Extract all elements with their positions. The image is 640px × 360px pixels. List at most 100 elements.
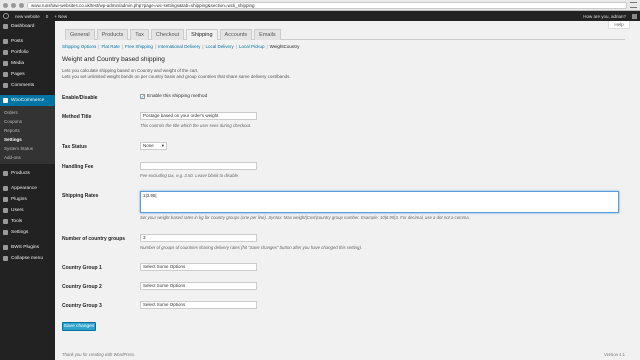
enable-checkbox-row[interactable]: ✓ Enable this shipping method	[140, 94, 208, 100]
sidebar-item-woocommerce[interactable]: WooCommerce	[0, 95, 55, 106]
country-group-2-label: Country Group 2	[62, 284, 102, 290]
section-title: Weight and Country based shipping	[62, 56, 165, 63]
brush-icon	[3, 186, 8, 191]
tab-tax[interactable]: Tax	[130, 29, 149, 40]
submenu-reports[interactable]: Reports	[0, 126, 55, 135]
section-description-2: Lets you set unlimited weight bands on p…	[62, 74, 291, 79]
wrench-icon	[3, 219, 8, 224]
handling-fee-help: Fee excluding tax, e.g. 3.50. Leave blan…	[140, 173, 240, 178]
sidebar-item-appearance[interactable]: Appearance	[0, 183, 55, 194]
submenu-orders[interactable]: Orders	[0, 108, 55, 117]
shipping-rates-label: Shipping Rates	[62, 193, 99, 199]
dashboard-icon	[3, 24, 8, 29]
main-content: Help General Products Tax Checkout Shipp…	[55, 21, 640, 360]
tab-emails[interactable]: Emails	[254, 29, 281, 40]
submenu-settings[interactable]: Settings	[0, 135, 55, 144]
enable-checkbox[interactable]: ✓	[140, 94, 145, 100]
tab-products[interactable]: Products	[96, 29, 129, 40]
footer-thanks: Thank you for creating with WordPress.	[62, 352, 136, 357]
account-greeting[interactable]: How are you, adrian?	[583, 14, 626, 19]
handling-fee-label: Handling Fee	[62, 164, 94, 170]
country-group-1-label: Country Group 1	[62, 265, 102, 271]
tab-accounts[interactable]: Accounts	[219, 29, 253, 40]
shipping-rates-help: Set your weight based rates in kg for co…	[140, 215, 470, 220]
help-tab[interactable]: Help	[608, 21, 630, 29]
collapse-icon	[3, 256, 8, 261]
forward-icon[interactable]	[11, 2, 16, 8]
tab-shipping[interactable]: Shipping	[186, 29, 218, 40]
subnav-shipping-options[interactable]: Shipping Options	[62, 44, 96, 49]
enable-label: Enable/Disable	[62, 95, 98, 101]
country-group-2-select[interactable]: Select Some Options	[140, 282, 257, 290]
sidebar-item-plugins[interactable]: Plugins	[0, 194, 55, 205]
chevron-down-icon: ▾	[161, 143, 164, 148]
shipping-rates-textarea[interactable]: 1|3.95|	[140, 191, 619, 213]
admin-bar: new website 0 + New How are you, adrian?	[0, 11, 640, 21]
sidebar-item-media[interactable]: Media	[0, 58, 55, 69]
sidebar-item-products[interactable]: Products	[0, 168, 55, 179]
subnav-international-delivery[interactable]: International Delivery	[158, 44, 200, 49]
country-groups-help: Number of groups of countries sharing de…	[140, 245, 363, 250]
back-icon[interactable]	[3, 2, 8, 8]
subnav-local-pickup[interactable]: Local Pickup	[239, 44, 265, 49]
sidebar-item-posts[interactable]: Posts	[0, 36, 55, 47]
country-groups-input[interactable]: 3	[140, 234, 257, 242]
new-content-link[interactable]: + New	[54, 14, 67, 19]
comments-count[interactable]: 0	[46, 14, 49, 19]
gear-icon	[3, 245, 8, 250]
save-changes-button[interactable]: Save changes	[62, 322, 96, 331]
plug-icon	[3, 197, 8, 202]
sidebar-item-portfolio[interactable]: Portfolio	[0, 47, 55, 58]
woocommerce-submenu: Orders Coupons Reports Settings System S…	[0, 106, 55, 164]
sidebar-item-tools[interactable]: Tools	[0, 216, 55, 227]
settings-tabs: General Products Tax Checkout Shipping A…	[65, 29, 625, 40]
address-bar[interactable]: www.runshaw-websites.co.uk/test/wp-admin…	[27, 1, 627, 9]
sidebar-item-pages[interactable]: Pages	[0, 69, 55, 80]
method-title-help: This controls the title which the user s…	[140, 123, 252, 128]
sidebar-item-bws-plugins[interactable]: BWS Plugins	[0, 242, 55, 253]
page-icon	[3, 72, 8, 77]
subnav-weight-country[interactable]: WeightCountry	[270, 44, 300, 49]
menu-icon[interactable]	[630, 2, 637, 8]
media-icon	[3, 61, 8, 66]
shipping-subnav: Shipping Options | Flat Rate | Free Shippi…	[62, 44, 300, 49]
tab-checkout[interactable]: Checkout	[150, 29, 185, 40]
collapse-menu-button[interactable]: Collapse menu	[0, 253, 55, 264]
country-group-3-select[interactable]: Select Some Options	[140, 301, 257, 309]
tab-general[interactable]: General	[65, 29, 95, 40]
pin-icon	[3, 39, 8, 44]
settings-icon	[3, 230, 8, 235]
site-name-link[interactable]: new website	[15, 14, 40, 19]
submenu-system-status[interactable]: System Status	[0, 144, 55, 153]
sidebar-item-settings[interactable]: Settings	[0, 227, 55, 238]
enable-checkbox-label: Enable this shipping method	[147, 94, 208, 99]
comment-icon	[3, 83, 8, 88]
browser-toolbar: www.runshaw-websites.co.uk/test/wp-admin…	[0, 0, 640, 11]
tax-status-label: Tax Status	[62, 144, 87, 150]
reload-icon[interactable]	[19, 2, 24, 8]
portfolio-icon	[3, 50, 8, 55]
subnav-local-delivery[interactable]: Local Delivery	[206, 44, 234, 49]
subnav-free-shipping[interactable]: Free Shipping	[125, 44, 153, 49]
subnav-flat-rate[interactable]: Flat Rate	[101, 44, 119, 49]
admin-sidebar: Dashboard Posts Portfolio Media Pages Co…	[0, 21, 55, 360]
country-group-1-select[interactable]: Select Some Options	[140, 263, 257, 271]
avatar[interactable]	[632, 13, 637, 19]
submenu-coupons[interactable]: Coupons	[0, 117, 55, 126]
submenu-add-ons[interactable]: Add-ons	[0, 153, 55, 162]
method-title-input[interactable]: Postage based on your order's weight	[140, 112, 257, 120]
country-groups-label: Number of country groups	[62, 236, 126, 242]
country-group-3-label: Country Group 3	[62, 303, 102, 309]
sidebar-item-users[interactable]: Users	[0, 205, 55, 216]
sidebar-item-comments[interactable]: Comments	[0, 80, 55, 91]
sidebar-item-dashboard[interactable]: Dashboard	[0, 21, 55, 32]
tax-status-select[interactable]: None ▾	[140, 142, 167, 150]
method-title-label: Method Title	[62, 114, 92, 120]
handling-fee-input[interactable]	[140, 162, 257, 170]
users-icon	[3, 208, 8, 213]
woocommerce-icon	[3, 98, 8, 103]
wordpress-logo-icon[interactable]	[3, 13, 9, 19]
footer-version: Version 4.1	[604, 352, 625, 357]
products-icon	[3, 171, 8, 176]
section-description: Lets you calculate shipping based on Cou…	[62, 68, 199, 73]
